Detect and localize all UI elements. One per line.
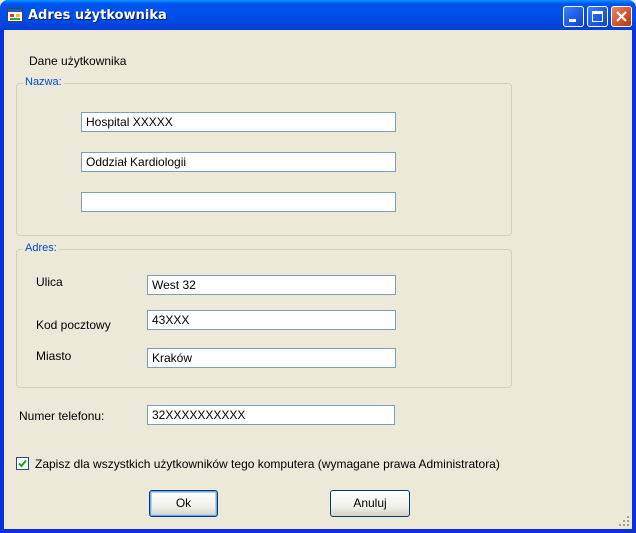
name-line2-input[interactable]: Oddział Kardiologii <box>81 152 396 172</box>
postal-code-label: Kod pocztowy <box>36 318 111 332</box>
maximize-button[interactable] <box>587 6 608 27</box>
dialog-client-area: Dane użytkownika Nazwa: Hospital XXXXX O… <box>4 30 632 529</box>
cancel-button[interactable]: Anuluj <box>330 490 410 517</box>
checkmark-icon <box>18 459 27 468</box>
save-for-all-checkbox[interactable] <box>16 457 29 470</box>
close-window-button[interactable] <box>611 6 632 27</box>
maximize-icon <box>592 11 603 22</box>
name-line1-input[interactable]: Hospital XXXXX <box>81 112 396 132</box>
city-label: Miasto <box>36 349 72 363</box>
nazwa-group-title: Nazwa: <box>23 76 64 88</box>
save-for-all-label[interactable]: Zapisz dla wszystkich użytkowników tego … <box>35 457 500 471</box>
city-input[interactable]: Kraków <box>147 348 396 368</box>
minimize-button[interactable] <box>563 6 584 27</box>
adres-group-title: Adres: <box>23 242 59 254</box>
phone-input[interactable]: 32XXXXXXXXXX <box>147 405 395 425</box>
dialog-window: Adres użytkownika Dane użytkownika Nazwa… <box>0 0 636 533</box>
app-window-icon <box>7 8 23 22</box>
resize-grip-icon[interactable] <box>618 515 630 527</box>
user-data-heading: Dane użytkownika <box>29 54 127 68</box>
ok-button[interactable]: Ok <box>149 490 218 517</box>
phone-label: Numer telefonu: <box>19 409 105 423</box>
postal-code-input[interactable]: 43XXX <box>147 310 396 330</box>
window-title: Adres użytkownika <box>28 8 167 23</box>
street-label: Ulica <box>36 275 63 289</box>
close-icon <box>616 11 627 22</box>
street-input[interactable]: West 32 <box>147 275 396 295</box>
title-bar[interactable]: Adres użytkownika <box>0 0 636 30</box>
name-line3-input[interactable] <box>81 192 396 212</box>
minimize-icon <box>569 19 576 22</box>
